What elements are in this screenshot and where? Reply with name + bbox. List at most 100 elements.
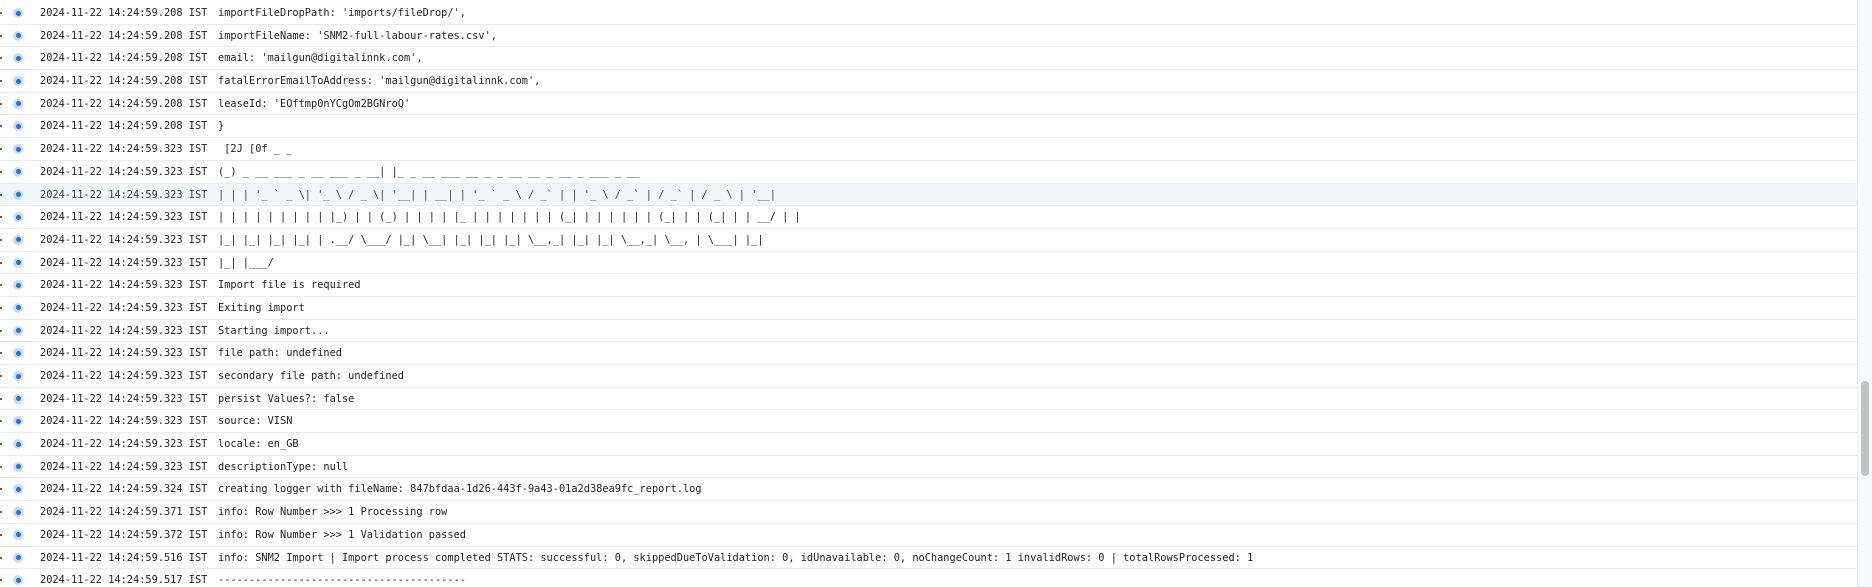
log-timestamp: 2024-11-22 14:24:59.324 IST: [40, 483, 208, 496]
severity-info-icon: [13, 8, 23, 18]
row-expand-marker: [0, 329, 2, 332]
log-entry-row[interactable]: 2024-11-22 14:24:59.323 IST secondary fil…: [0, 365, 1857, 388]
log-message: file path: undefined: [218, 347, 342, 360]
severity-info-icon: [13, 144, 23, 155]
log-entry-row[interactable]: 2024-11-22 14:24:59.517 IST -------------…: [0, 569, 1857, 587]
scrollbar-thumb[interactable]: [1861, 381, 1869, 476]
severity-info-icon: [13, 76, 23, 87]
row-expand-marker: [0, 465, 2, 468]
log-entry-row[interactable]: 2024-11-22 14:24:59.324 IST creating logg…: [0, 478, 1857, 502]
log-entry-row[interactable]: 2024-11-22 14:24:59.208 IST importFileDro…: [0, 2, 1857, 25]
log-entry-row[interactable]: 2024-11-22 14:24:59.516 IST info: SNM2 Im…: [0, 546, 1857, 570]
log-entry-list: 2024-11-22 14:24:59.208 IST importFileDro…: [0, 2, 1857, 587]
row-expand-marker: [0, 261, 2, 264]
row-expand-marker: [0, 238, 2, 241]
log-message: source: VISN: [218, 415, 293, 428]
row-expand-marker: [0, 443, 2, 446]
log-timestamp: 2024-11-22 14:24:59.208 IST: [40, 7, 208, 19]
log-entry-row[interactable]: 2024-11-22 14:24:59.323 IST Starting impo…: [0, 319, 1857, 343]
log-viewer: 2024-11-22 14:24:59.208 IST importFileDro…: [0, 0, 1857, 587]
log-message: locale: en_GB: [218, 438, 299, 451]
row-expand-marker: [0, 57, 2, 60]
log-entry-row[interactable]: 2024-11-22 14:24:59.323 IST descriptionTy…: [0, 455, 1857, 479]
row-expand-marker: [0, 284, 2, 287]
row-expand-marker: [0, 102, 2, 105]
row-expand-marker: [0, 352, 2, 355]
log-message: fatalErrorEmailToAddress: 'mailgun@digit…: [218, 75, 541, 88]
severity-info-icon: [13, 280, 23, 291]
log-timestamp: 2024-11-22 14:24:59.323 IST: [40, 279, 208, 292]
log-message: persist Values?: false: [218, 392, 355, 405]
log-entry-row[interactable]: 2024-11-22 14:24:59.323 IST [2J [0f _ _: [0, 138, 1857, 161]
log-message: descriptionType: null: [218, 460, 349, 473]
row-expand-marker: [0, 375, 2, 377]
log-message: Exiting import: [218, 301, 305, 314]
log-entry-row[interactable]: 2024-11-22 14:24:59.323 IST locale: en_GB: [0, 433, 1857, 456]
severity-info-icon: [13, 98, 23, 109]
log-entry-row[interactable]: 2024-11-22 14:24:59.323 IST |_| |___/: [0, 251, 1857, 275]
log-message: creating logger with fileName: 847bfdaa-…: [218, 483, 702, 496]
severity-info-icon: [13, 484, 23, 495]
log-timestamp: 2024-11-22 14:24:59.208 IST: [40, 120, 208, 133]
row-expand-marker: [0, 170, 2, 173]
log-entry-row[interactable]: 2024-11-22 14:24:59.208 IST}: [0, 115, 1857, 139]
log-message: (_) _ __ ___ _ __ ___ _ __| |_ _ __ ___ …: [218, 165, 640, 178]
row-expand-marker: [0, 80, 2, 83]
log-entry-row[interactable]: 2024-11-22 14:24:59.372 IST info: Row Num…: [0, 523, 1857, 547]
log-timestamp: 2024-11-22 14:24:59.517 IST: [40, 574, 208, 587]
log-message: |_| |___/: [218, 256, 274, 269]
log-timestamp: 2024-11-22 14:24:59.323 IST: [40, 392, 208, 405]
log-entry-row[interactable]: 2024-11-22 14:24:59.323 IST source: VISN: [0, 410, 1857, 434]
severity-info-icon: [13, 302, 23, 313]
log-entry-row[interactable]: 2024-11-22 14:24:59.208 IST email: 'mailg…: [0, 47, 1857, 71]
log-message: info: Row Number >>> 1 Validation passed: [218, 528, 466, 541]
log-entry-row[interactable]: 2024-11-22 14:24:59.323 IST | | | | | | |…: [0, 206, 1857, 229]
log-message: info: SNM2 Import | Import process compl…: [218, 551, 1254, 564]
log-message: leaseId: 'EOftmp0nYCgOm2BGNroQ': [218, 97, 411, 110]
log-message: [2J [0f _ _: [218, 143, 293, 156]
severity-info-icon: [13, 257, 23, 268]
log-entry-row[interactable]: 2024-11-22 14:24:59.323 IST Exiting impor…: [0, 296, 1857, 320]
log-message: importFileName: 'SNM2-full-labour-rates.…: [218, 29, 497, 42]
log-entry-row[interactable]: 2024-11-22 14:24:59.371 IST info: Row Num…: [0, 501, 1857, 524]
row-expand-marker: [0, 511, 2, 514]
log-entry-row[interactable]: 2024-11-22 14:24:59.323 IST Import file i…: [0, 274, 1857, 297]
row-expand-marker: [0, 397, 2, 400]
log-entry-row[interactable]: 2024-11-22 14:24:59.208 IST fatalErrorEma…: [0, 70, 1857, 93]
log-timestamp: 2024-11-22 14:24:59.371 IST: [40, 506, 208, 519]
severity-info-icon: [13, 325, 23, 336]
log-entry-row[interactable]: 2024-11-22 14:24:59.208 IST importFileNam…: [0, 24, 1857, 48]
severity-info-icon: [13, 529, 23, 540]
log-timestamp: 2024-11-22 14:24:59.323 IST: [40, 211, 208, 224]
log-message: email: 'mailgun@digitalinnk.com',: [218, 52, 423, 65]
log-timestamp: 2024-11-22 14:24:59.323 IST: [40, 370, 208, 382]
log-message: secondary file path: undefined: [218, 370, 404, 382]
row-expand-marker: [0, 125, 2, 128]
log-entry-row[interactable]: 2024-11-22 14:24:59.323 IST persist Value…: [0, 387, 1857, 411]
vertical-scrollbar[interactable]: [1857, 0, 1872, 587]
severity-info-icon: [13, 53, 23, 64]
log-timestamp: 2024-11-22 14:24:59.516 IST: [40, 551, 208, 564]
log-entry-row[interactable]: 2024-11-22 14:24:59.323 IST (_) _ __ ___ …: [0, 160, 1857, 184]
log-timestamp: 2024-11-22 14:24:59.323 IST: [40, 188, 208, 201]
log-timestamp: 2024-11-22 14:24:59.323 IST: [40, 143, 208, 156]
log-entry-row[interactable]: 2024-11-22 14:24:59.323 IST file path: un…: [0, 342, 1857, 365]
log-message: ----------------------------------------: [218, 574, 466, 587]
severity-info-icon: [13, 371, 23, 381]
log-entry-row[interactable]: 2024-11-22 14:24:59.323 IST |_| |_| |_| |…: [0, 228, 1857, 252]
log-timestamp: 2024-11-22 14:24:59.323 IST: [40, 233, 208, 246]
log-timestamp: 2024-11-22 14:24:59.208 IST: [40, 75, 208, 88]
severity-info-icon: [13, 461, 23, 472]
log-timestamp: 2024-11-22 14:24:59.323 IST: [40, 438, 208, 451]
row-expand-marker: [0, 420, 2, 423]
severity-info-icon: [13, 234, 23, 245]
severity-info-icon: [13, 439, 23, 450]
log-message: | | | '_ ` _ \| '_ \ / _ \| '__| | __| |…: [218, 188, 776, 201]
severity-info-icon: [13, 507, 23, 518]
log-entry-row[interactable]: 2024-11-22 14:24:59.323 IST | | | '_ ` _ …: [0, 183, 1857, 207]
log-message: |_| |_| |_| |_| | .__/ \___/ |_| \__| |_…: [218, 233, 764, 246]
row-expand-marker: [0, 216, 2, 219]
severity-info-icon: [13, 393, 23, 404]
severity-info-icon: [13, 552, 23, 563]
log-entry-row[interactable]: 2024-11-22 14:24:59.208 IST leaseId: 'EOf…: [0, 92, 1857, 116]
